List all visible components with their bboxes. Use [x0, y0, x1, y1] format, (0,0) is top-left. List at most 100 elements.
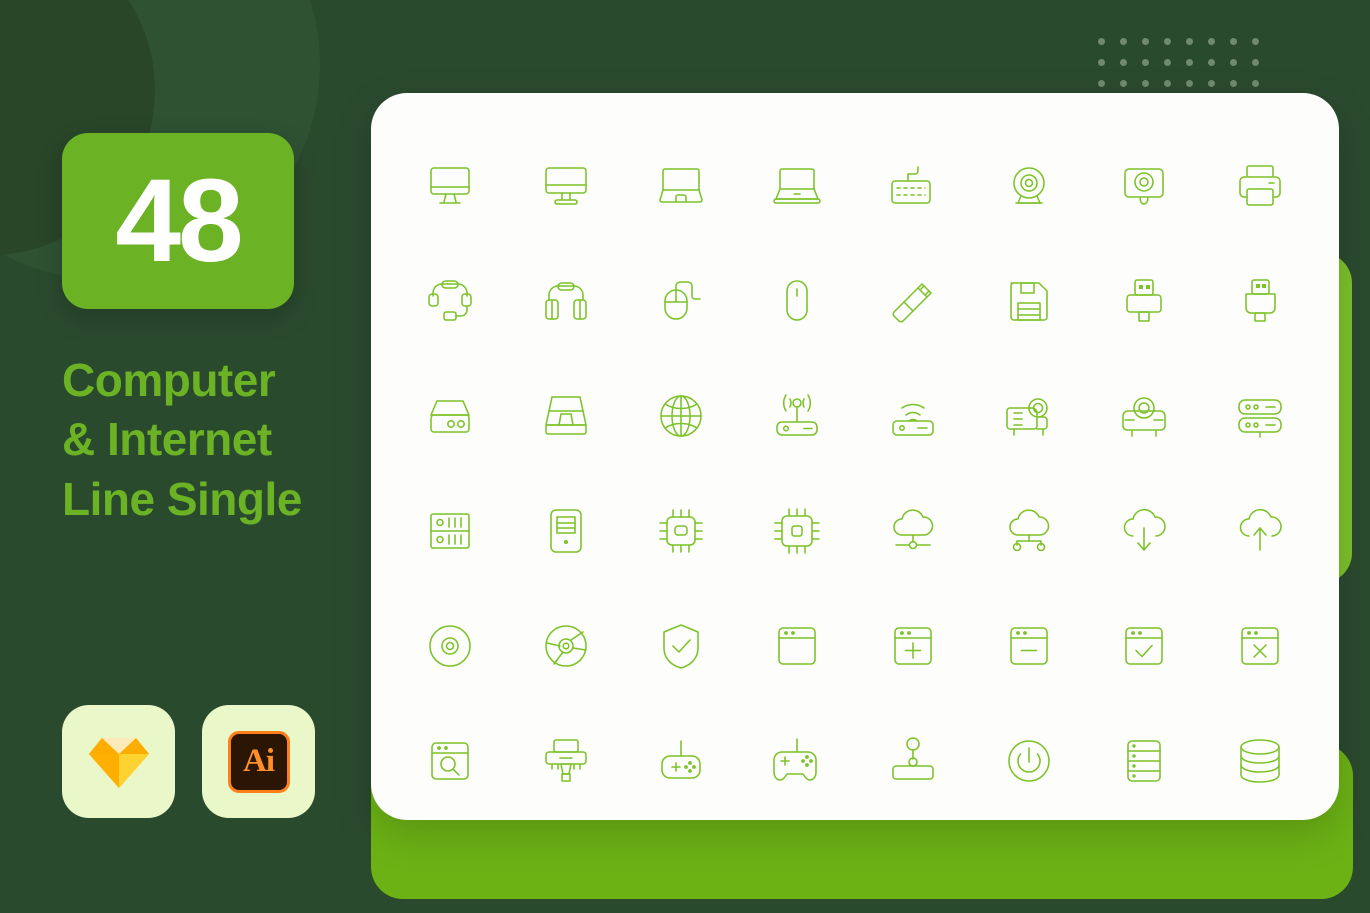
server-rack-icon[interactable]	[1202, 358, 1318, 473]
server-stack-icon[interactable]	[1087, 703, 1203, 818]
usb-connector-icon-glyph	[1126, 278, 1163, 322]
keyboard-icon-glyph	[891, 165, 931, 204]
laptop-open-icon[interactable]	[624, 128, 740, 243]
usb-cable-icon-glyph	[1245, 278, 1276, 322]
browser-close-icon-glyph	[1241, 626, 1279, 665]
floppy-disk-icon-glyph	[1009, 281, 1048, 321]
browser-add-icon[interactable]	[855, 588, 971, 703]
dot	[1230, 38, 1237, 45]
joystick-icon[interactable]	[855, 703, 971, 818]
usb-flash-drive-icon[interactable]	[855, 243, 971, 358]
gamepad-icon[interactable]	[624, 703, 740, 818]
shield-check-icon[interactable]	[624, 588, 740, 703]
browser-check-icon[interactable]	[1087, 588, 1203, 703]
power-button-icon-glyph	[1007, 739, 1050, 782]
server-unit-icon[interactable]	[392, 473, 508, 588]
cpu-chip-icon[interactable]	[624, 473, 740, 588]
cloud-sharing-icon[interactable]	[971, 473, 1087, 588]
headphones-icon[interactable]	[508, 243, 624, 358]
sketch-format-badge[interactable]	[62, 705, 175, 818]
security-camera-icon[interactable]	[1087, 128, 1203, 243]
scanner-icon[interactable]	[508, 358, 624, 473]
computer-tower-icon-glyph	[549, 508, 582, 553]
floppy-disk-icon[interactable]	[971, 243, 1087, 358]
laptop-icon-glyph	[773, 167, 821, 204]
computer-tower-icon[interactable]	[508, 473, 624, 588]
browser-check-icon-glyph	[1125, 626, 1164, 665]
wifi-modem-icon[interactable]	[855, 358, 971, 473]
usb-cable-icon[interactable]	[1202, 243, 1318, 358]
cloud-download-icon[interactable]	[1087, 473, 1203, 588]
projector-icon[interactable]	[971, 358, 1087, 473]
left-info-column: 48 Computer & Internet Line Single	[62, 133, 352, 529]
sketch-icon	[88, 737, 149, 788]
wifi-router-icon-glyph	[776, 393, 818, 436]
dot	[1208, 80, 1215, 87]
printer-icon[interactable]	[1202, 128, 1318, 243]
dot	[1252, 38, 1259, 45]
dot	[1230, 80, 1237, 87]
projector-icon-glyph	[1005, 397, 1048, 436]
laptop-open-icon-glyph	[659, 167, 704, 203]
vga-connector-icon[interactable]	[508, 703, 624, 818]
wired-mouse-icon-glyph	[664, 280, 702, 320]
cd-rom-icon[interactable]	[508, 588, 624, 703]
power-button-icon[interactable]	[971, 703, 1087, 818]
title-line-3: Line Single	[62, 472, 302, 525]
icon-grid	[392, 128, 1318, 818]
browser-close-icon[interactable]	[1202, 588, 1318, 703]
poster-canvas: 48 Computer & Internet Line Single Ai	[0, 0, 1370, 913]
wifi-router-icon[interactable]	[739, 358, 855, 473]
cloud-download-icon-glyph	[1124, 508, 1167, 551]
dot	[1098, 38, 1105, 45]
poster-title: Computer & Internet Line Single	[62, 351, 352, 529]
headphones-icon-glyph	[544, 281, 587, 320]
illustrator-label: Ai	[243, 743, 275, 779]
globe-icon-glyph	[660, 394, 703, 437]
dot	[1186, 59, 1193, 66]
vga-connector-icon-glyph	[544, 738, 587, 782]
webcam-icon[interactable]	[971, 128, 1087, 243]
wifi-modem-icon-glyph	[892, 403, 934, 436]
dot	[1164, 80, 1171, 87]
game-controller-icon-glyph	[773, 737, 817, 781]
dot	[1186, 80, 1193, 87]
dot	[1186, 38, 1193, 45]
title-line-2: & Internet	[62, 413, 272, 466]
headset-icon[interactable]	[392, 243, 508, 358]
desktop-monitor-icon-glyph	[544, 166, 587, 205]
cloud-network-icon[interactable]	[855, 473, 971, 588]
browser-add-icon-glyph	[894, 626, 932, 665]
shield-check-icon-glyph	[663, 623, 700, 669]
illustrator-format-badge[interactable]: Ai	[202, 705, 315, 818]
disc-icon[interactable]	[392, 588, 508, 703]
game-controller-icon[interactable]	[739, 703, 855, 818]
gamepad-icon-glyph	[661, 739, 702, 779]
dot	[1142, 59, 1149, 66]
desktop-monitor-icon[interactable]	[508, 128, 624, 243]
keyboard-icon[interactable]	[855, 128, 971, 243]
usb-flash-drive-icon-glyph	[892, 282, 932, 323]
browser-remove-icon-glyph	[1009, 626, 1048, 665]
cloud-upload-icon[interactable]	[1202, 473, 1318, 588]
server-unit-icon-glyph	[430, 512, 470, 549]
joystick-icon-glyph	[892, 736, 934, 780]
database-icon[interactable]	[1202, 703, 1318, 818]
projector-alt-icon[interactable]	[1087, 358, 1203, 473]
wireless-mouse-icon[interactable]	[739, 243, 855, 358]
processor-icon[interactable]	[739, 473, 855, 588]
usb-connector-icon[interactable]	[1087, 243, 1203, 358]
dot	[1208, 59, 1215, 66]
dot	[1120, 80, 1127, 87]
browser-window-icon[interactable]	[739, 588, 855, 703]
wired-mouse-icon[interactable]	[624, 243, 740, 358]
external-drive-icon[interactable]	[392, 358, 508, 473]
wireless-mouse-icon-glyph	[786, 279, 808, 321]
globe-icon[interactable]	[624, 358, 740, 473]
dot	[1098, 59, 1105, 66]
laptop-icon[interactable]	[739, 128, 855, 243]
browser-window-icon-glyph	[778, 626, 816, 665]
browser-remove-icon[interactable]	[971, 588, 1087, 703]
browser-search-icon[interactable]	[392, 703, 508, 818]
imac-icon[interactable]	[392, 128, 508, 243]
